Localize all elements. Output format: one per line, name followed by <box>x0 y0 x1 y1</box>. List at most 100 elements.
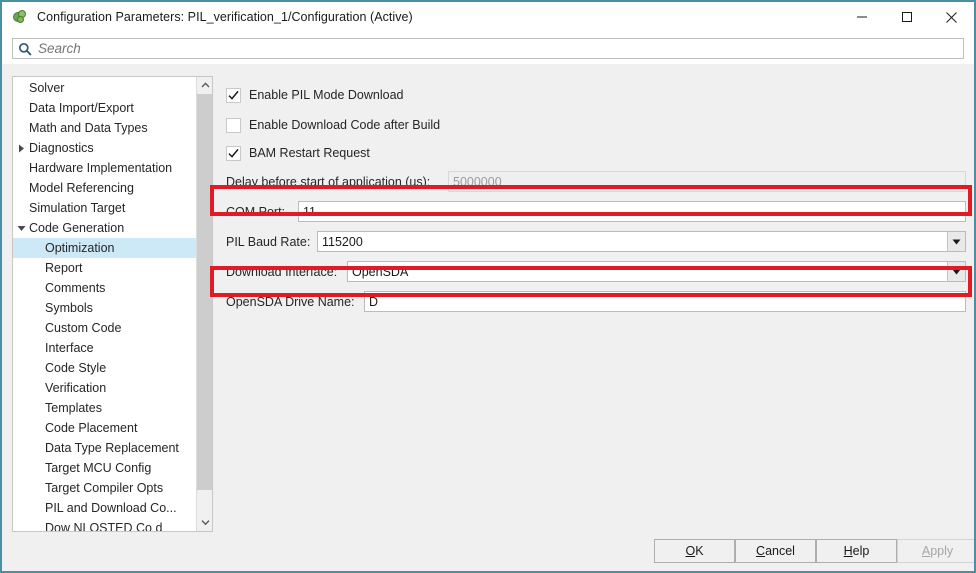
combo-download-interface[interactable]: OpenSDA <box>347 261 966 282</box>
sidebar-item-comments[interactable]: Comments <box>13 278 197 298</box>
search-box[interactable] <box>12 38 964 59</box>
search-icon <box>18 42 32 56</box>
field-row-com-port: COM Port: 11 <box>226 201 966 222</box>
sidebar-item-label: Comments <box>45 281 106 295</box>
configuration-parameters-window: Configuration Parameters: PIL_verificati… <box>0 0 976 573</box>
sidebar-item-report[interactable]: Report <box>13 258 197 278</box>
sidebar-item-label: Dow NLOSTED Co d <box>45 521 163 532</box>
twisty-collapsed-icon[interactable] <box>13 144 29 153</box>
field-label: Download Interface: <box>226 264 338 279</box>
sidebar-item-label: Symbols <box>45 301 93 315</box>
field-row-delay-before-start-of-application-us: Delay before start of application (us): 5… <box>226 171 966 192</box>
sidebar-item-solver[interactable]: Solver <box>13 78 197 98</box>
sidebar-item-label: Solver <box>29 81 65 95</box>
sidebar-item-label: Verification <box>45 381 107 395</box>
minimize-button[interactable] <box>839 2 884 32</box>
input-opensda-drive-name[interactable]: D <box>364 291 966 312</box>
sidebar-item-label: Target Compiler Opts <box>45 481 164 495</box>
caret-down-icon[interactable] <box>947 232 965 251</box>
search-input[interactable] <box>38 41 928 56</box>
combo-pil-baud-rate[interactable]: 115200 <box>317 231 966 252</box>
sidebar-item-label: Diagnostics <box>29 141 94 155</box>
sidebar-item-interface[interactable]: Interface <box>13 338 197 358</box>
sidebar-item-label: Target MCU Config <box>45 461 152 475</box>
sidebar-item-label: Templates <box>45 401 102 415</box>
caret-down-icon[interactable] <box>947 262 965 281</box>
sidebar-item-label: Code Generation <box>29 221 125 235</box>
apply-button-label: Apply <box>921 544 954 558</box>
sidebar-item-pil-and-download-co[interactable]: PIL and Download Co... <box>13 498 197 518</box>
sidebar-item-label: Code Placement <box>45 421 138 435</box>
sidebar-item-code-style[interactable]: Code Style <box>13 358 197 378</box>
sidebar-item-math-and-data-types[interactable]: Math and Data Types <box>13 118 197 138</box>
sidebar-item-label: Model Referencing <box>29 181 134 195</box>
settings-tree-panel: Solver Data Import/Export Math and Data Ty… <box>12 76 213 532</box>
sidebar-item-target-mcu-config[interactable]: Target MCU Config <box>13 458 197 478</box>
sidebar-item-symbols[interactable]: Symbols <box>13 298 197 318</box>
twisty-expanded-icon[interactable] <box>13 224 29 233</box>
checkbox-checked-icon[interactable] <box>226 145 241 161</box>
window-controls <box>839 2 974 32</box>
checkbox-label: Enable PIL Mode Download <box>249 88 404 102</box>
sidebar-item-label: PIL and Download Co... <box>45 501 177 515</box>
sidebar-item-simulation-target[interactable]: Simulation Target <box>13 198 197 218</box>
sidebar-item-label: Code Style <box>45 361 107 375</box>
sidebar-item-label: Report <box>45 261 83 275</box>
combo-value: OpenSDA <box>352 264 409 279</box>
sidebar-item-data-type-replacement[interactable]: Data Type Replacement <box>13 438 197 458</box>
apply-button: Apply <box>897 539 974 563</box>
sidebar-item-hardware-implementation[interactable]: Hardware Implementation <box>13 158 197 178</box>
scroll-up-button[interactable] <box>197 77 212 94</box>
close-button[interactable] <box>929 2 974 32</box>
field-label: Delay before start of application (us): <box>226 174 431 189</box>
sidebar-item-target-compiler-opts[interactable]: Target Compiler Opts <box>13 478 197 498</box>
checkbox-checked-icon[interactable] <box>226 87 241 103</box>
sidebar-item-dow-nlosted-co-d[interactable]: Dow NLOSTED Co d <box>13 518 197 532</box>
field-row-pil-baud-rate: PIL Baud Rate: 115200 <box>226 231 966 252</box>
checkbox-row-bam-restart-request[interactable]: BAM Restart Request <box>226 145 370 161</box>
checkbox-label: Enable Download Code after Build <box>249 118 441 132</box>
sidebar-item-templates[interactable]: Templates <box>13 398 197 418</box>
field-row-download-interface: Download Interface: OpenSDA <box>226 261 966 282</box>
search-row <box>2 32 974 64</box>
sidebar-item-label: Math and Data Types <box>29 121 148 135</box>
checkbox-label: BAM Restart Request <box>249 146 370 160</box>
pil-and-download-options-panel: Enable PIL Mode Download Enable Download … <box>218 76 966 532</box>
simulink-config-icon <box>12 9 28 25</box>
sidebar-item-code-generation[interactable]: Code Generation <box>13 218 197 238</box>
sidebar-item-label: Simulation Target <box>29 201 126 215</box>
sidebar-item-diagnostics[interactable]: Diagnostics <box>13 138 197 158</box>
field-label: COM Port: <box>226 204 286 219</box>
scroll-down-button[interactable] <box>197 514 212 531</box>
input-com-port[interactable]: 11 <box>298 201 966 222</box>
tree-scrollbar[interactable] <box>196 77 212 531</box>
input-value: 11 <box>303 204 316 219</box>
window-titlebar: Configuration Parameters: PIL_verificati… <box>2 2 974 32</box>
settings-tree[interactable]: Solver Data Import/Export Math and Data Ty… <box>13 78 197 532</box>
sidebar-item-optimization[interactable]: Optimization <box>13 238 197 258</box>
cancel-button-label: Cancel <box>756 544 795 558</box>
field-label: OpenSDA Drive Name: <box>226 294 355 309</box>
maximize-button[interactable] <box>884 2 929 32</box>
sidebar-item-label: Hardware Implementation <box>29 161 173 175</box>
sidebar-item-code-placement[interactable]: Code Placement <box>13 418 197 438</box>
tree-scrollbar-thumb[interactable] <box>197 94 212 490</box>
input-delay-before-start-of-application-us: 5000000 <box>448 171 966 192</box>
sidebar-item-verification[interactable]: Verification <box>13 378 197 398</box>
sidebar-item-label: Custom Code <box>45 321 122 335</box>
input-value: 5000000 <box>453 174 502 189</box>
sidebar-item-label: Optimization <box>45 241 115 255</box>
window-title: Configuration Parameters: PIL_verificati… <box>37 10 413 24</box>
cancel-button[interactable]: Cancel <box>735 539 816 563</box>
checkbox-unchecked-icon[interactable] <box>226 117 241 133</box>
sidebar-item-model-referencing[interactable]: Model Referencing <box>13 178 197 198</box>
sidebar-item-label: Data Import/Export <box>29 101 134 115</box>
checkbox-row-enable-pil-mode-download[interactable]: Enable PIL Mode Download <box>226 87 404 103</box>
ok-button[interactable]: OK <box>654 539 735 563</box>
sidebar-item-data-import-export[interactable]: Data Import/Export <box>13 98 197 118</box>
help-button[interactable]: Help <box>816 539 897 563</box>
checkbox-row-enable-download-code-after-build[interactable]: Enable Download Code after Build <box>226 117 440 133</box>
combo-value: 115200 <box>322 234 363 249</box>
sidebar-item-custom-code[interactable]: Custom Code <box>13 318 197 338</box>
sidebar-item-label: Data Type Replacement <box>45 441 179 455</box>
